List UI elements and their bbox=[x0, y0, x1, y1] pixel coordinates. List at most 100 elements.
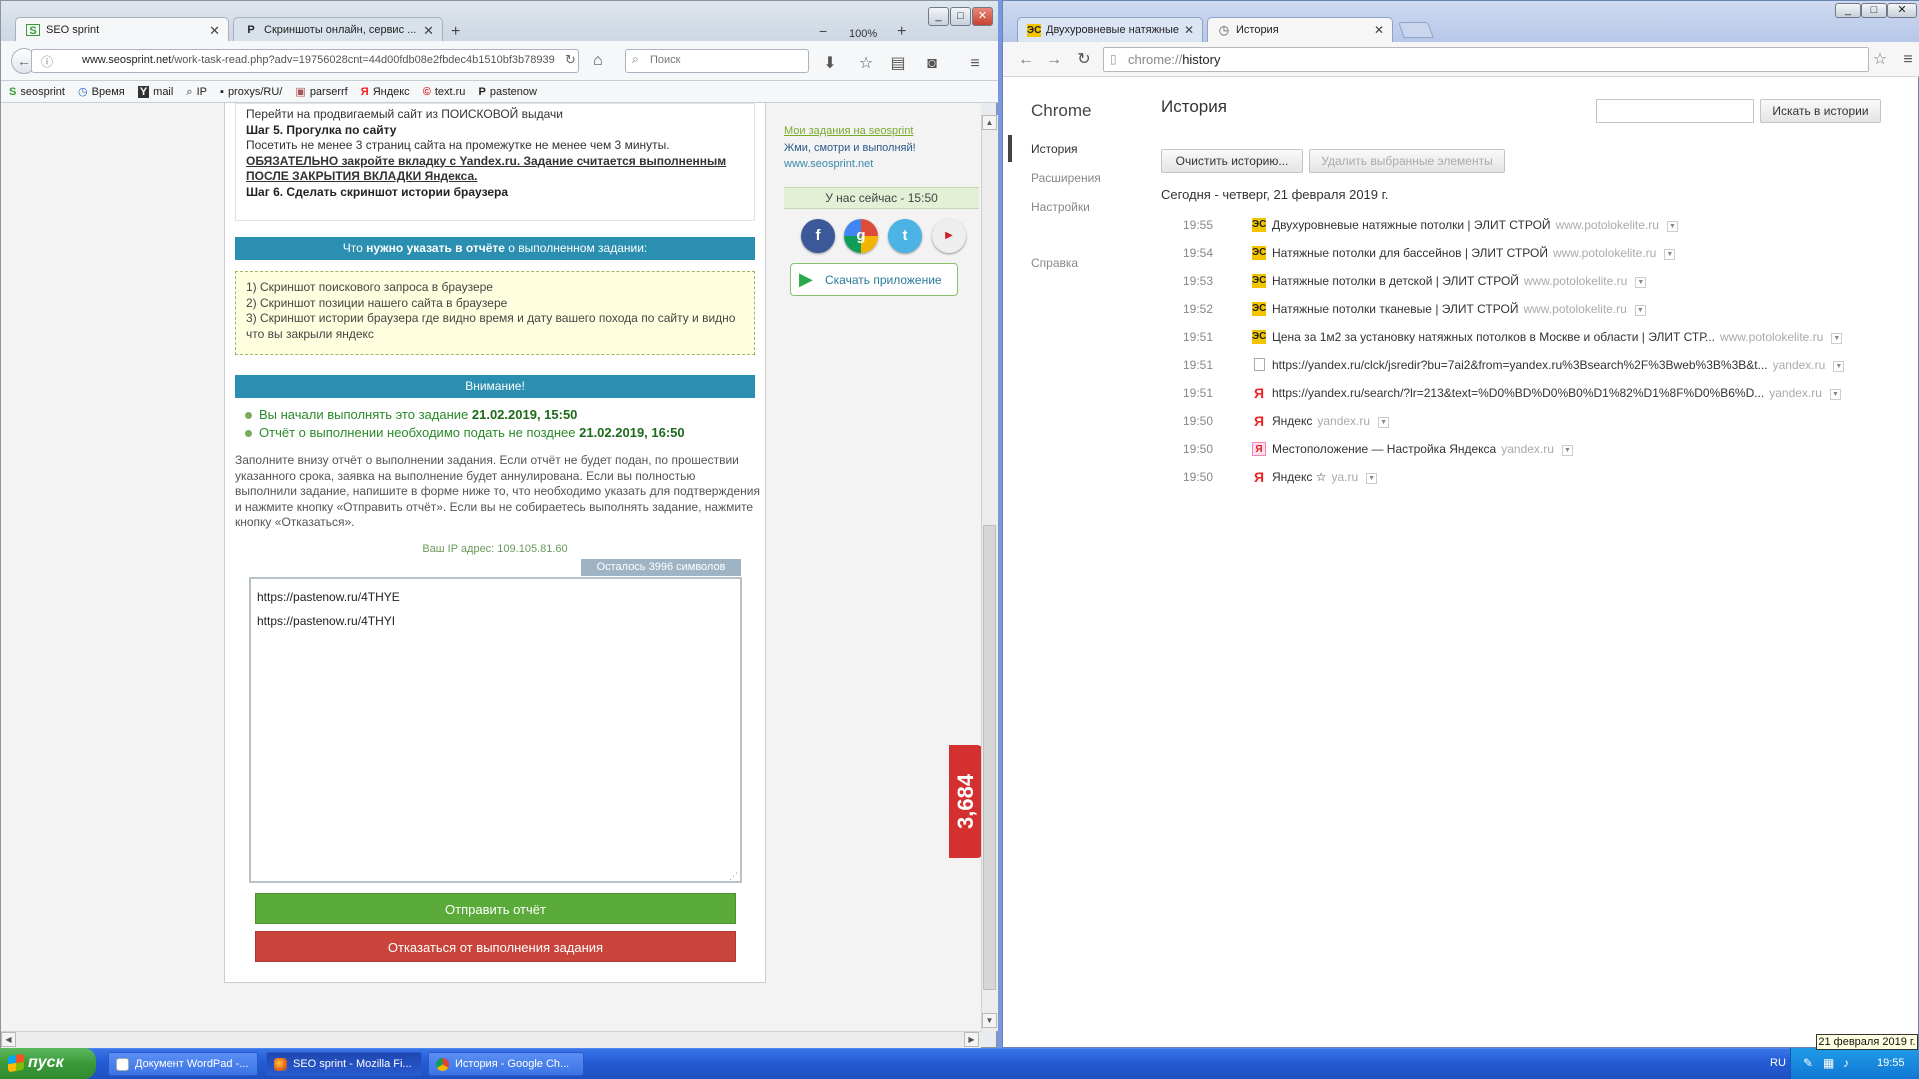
entry-menu-icon[interactable]: ▼ bbox=[1831, 333, 1843, 344]
entry-domain[interactable]: yandex.ru bbox=[1501, 442, 1554, 456]
close-icon[interactable]: ✕ bbox=[209, 23, 220, 39]
vertical-scrollbar[interactable]: ▲ ▼ bbox=[981, 115, 998, 1031]
delete-selected-button[interactable]: Удалить выбранные элементы bbox=[1309, 149, 1505, 173]
youtube-icon[interactable]: ▶ bbox=[932, 219, 966, 253]
volume-icon[interactable]: ♪ bbox=[1843, 1056, 1849, 1070]
history-entry[interactable]: 19:51 https://yandex.ru/clck/jsredir?bu=7… bbox=[1183, 351, 1903, 379]
maximize-button[interactable]: □ bbox=[950, 7, 971, 26]
entry-domain[interactable]: www.potolokelite.ru bbox=[1524, 274, 1627, 288]
liveinternet-counter[interactable]: 3,684 bbox=[949, 745, 983, 858]
minimize-button[interactable]: _ bbox=[928, 7, 949, 26]
new-tab-button[interactable] bbox=[1398, 22, 1434, 38]
resize-grip-icon[interactable]: ⋰ bbox=[729, 871, 738, 881]
tab-history[interactable]: ◷ История ✕ bbox=[1207, 17, 1393, 42]
menu-icon[interactable]: ≡ bbox=[964, 53, 986, 75]
tab-potolok[interactable]: ЭС Двухуровневые натяжные ✕ bbox=[1017, 17, 1203, 42]
entry-link[interactable]: Цена за 1м2 за установку натяжных потолк… bbox=[1272, 323, 1843, 351]
history-entry[interactable]: 19:54 ЭС Натяжные потолки для бассейнов | … bbox=[1183, 239, 1903, 267]
entry-link[interactable]: Натяжные потолки в детской | ЭЛИТ СТРОЙ w… bbox=[1272, 267, 1647, 295]
horizontal-scrollbar[interactable]: ◀ ▶ bbox=[1, 1031, 981, 1048]
reload-icon[interactable]: ↻ bbox=[565, 52, 576, 68]
entry-link[interactable]: Яндекс yandex.ru ▼ bbox=[1272, 407, 1390, 435]
bookmark-time[interactable]: ◷ Время bbox=[78, 85, 125, 98]
scroll-down-icon[interactable]: ▼ bbox=[982, 1013, 997, 1028]
close-window-button[interactable]: ✕ bbox=[972, 7, 993, 26]
site-link[interactable]: www.seosprint.net bbox=[784, 156, 873, 172]
clear-history-button[interactable]: Очистить историю... bbox=[1161, 149, 1303, 173]
entry-domain[interactable]: yandex.ru bbox=[1773, 358, 1826, 372]
entry-domain[interactable]: www.potolokelite.ru bbox=[1553, 246, 1656, 260]
language-indicator[interactable]: RU bbox=[1770, 1057, 1786, 1069]
entry-domain[interactable]: www.potolokelite.ru bbox=[1523, 302, 1626, 316]
entry-domain[interactable]: www.potolokelite.ru bbox=[1556, 218, 1659, 232]
google-plus-icon[interactable]: g bbox=[844, 219, 878, 253]
task-firefox[interactable]: SEO sprint - Mozilla Fi... bbox=[266, 1052, 422, 1076]
bookmark-star-icon[interactable]: ☆ bbox=[855, 53, 877, 75]
close-icon[interactable]: ✕ bbox=[423, 23, 434, 39]
bookmark-ip[interactable]: ⌕ IP bbox=[186, 86, 207, 99]
start-button[interactable]: пуск bbox=[0, 1048, 96, 1079]
bookmark-seosprint[interactable]: Sseosprint bbox=[9, 86, 65, 98]
close-window-button[interactable]: ✕ bbox=[1887, 3, 1917, 18]
submit-report-button[interactable]: Отправить отчёт bbox=[255, 893, 736, 924]
back-icon[interactable]: ← bbox=[1015, 49, 1037, 71]
task-chrome[interactable]: История - Google Ch... bbox=[428, 1052, 584, 1076]
nav-extensions[interactable]: Расширения bbox=[1031, 168, 1131, 197]
nav-help[interactable]: Справка bbox=[1031, 253, 1131, 282]
history-entry[interactable]: 19:55 ЭС Двухуровневые натяжные потолки | … bbox=[1183, 211, 1903, 239]
nav-history[interactable]: История bbox=[1031, 139, 1131, 168]
decline-task-button[interactable]: Отказаться от выполнения задания bbox=[255, 931, 736, 962]
entry-menu-icon[interactable]: ▼ bbox=[1366, 473, 1378, 484]
history-entry[interactable]: 19:52 ЭС Натяжные потолки тканевые | ЭЛИТ … bbox=[1183, 295, 1903, 323]
history-entry[interactable]: 19:51 ЭС Цена за 1м2 за установку натяжных… bbox=[1183, 323, 1903, 351]
home-icon[interactable]: ⌂ bbox=[593, 52, 603, 70]
network-icon[interactable]: ▦ bbox=[1823, 1056, 1834, 1070]
info-icon[interactable]: ⓘ bbox=[41, 53, 53, 70]
history-entry[interactable]: 19:51 Яhttps://yandex.ru/search/?lr=213&t… bbox=[1183, 379, 1903, 407]
twitter-icon[interactable]: t bbox=[888, 219, 922, 253]
new-tab-button[interactable]: + bbox=[451, 23, 460, 41]
history-search-input[interactable] bbox=[1596, 99, 1754, 123]
bookmark-proxys[interactable]: ▪ proxys/RU/ bbox=[220, 86, 282, 98]
entry-menu-icon[interactable]: ▼ bbox=[1378, 417, 1390, 428]
menu-icon[interactable]: ≡ bbox=[1897, 49, 1919, 71]
history-entry[interactable]: 19:50 Я Яндекс yandex.ru ▼ bbox=[1183, 407, 1903, 435]
entry-link[interactable]: https://yandex.ru/search/?lr=213&text=%D… bbox=[1272, 379, 1841, 407]
download-icon[interactable]: ⬇ bbox=[819, 53, 841, 75]
bookmark-yandex[interactable]: Я Яндекс bbox=[361, 86, 410, 98]
omnibox[interactable]: ▯ chrome://history bbox=[1103, 47, 1869, 72]
entry-domain[interactable]: www.potolokelite.ru bbox=[1720, 330, 1823, 344]
zoom-level[interactable]: 100% bbox=[849, 28, 877, 40]
close-icon[interactable]: ✕ bbox=[1374, 23, 1384, 37]
zoom-out-button[interactable]: − bbox=[819, 23, 827, 39]
history-entry[interactable]: 19:53 ЭС Натяжные потолки в детской | ЭЛИТ… bbox=[1183, 267, 1903, 295]
entry-domain[interactable]: yandex.ru bbox=[1769, 386, 1822, 400]
tab-seo-sprint[interactable]: S SEO sprint ✕ bbox=[15, 17, 229, 41]
reading-list-icon[interactable]: ▤ bbox=[887, 53, 909, 75]
entry-link[interactable]: Натяжные потолки тканевые | ЭЛИТ СТРОЙ ww… bbox=[1272, 295, 1646, 323]
url-bar[interactable]: www.seosprint.net/work-task-read.php?adv… bbox=[31, 49, 579, 73]
entry-domain[interactable]: ya.ru bbox=[1331, 470, 1358, 484]
scroll-left-icon[interactable]: ◀ bbox=[1, 1032, 16, 1047]
entry-link[interactable]: https://yandex.ru/clck/jsredir?bu=7ai2&f… bbox=[1272, 351, 1845, 379]
my-tasks-link[interactable]: Мои задания на seosprint bbox=[784, 123, 913, 139]
tab-screenshots[interactable]: P Скриншоты онлайн, сервис ... ✕ bbox=[233, 17, 443, 41]
zoom-in-button[interactable]: + bbox=[897, 23, 906, 41]
report-textarea[interactable]: https://pastenow.ru/4THYE https://pasten… bbox=[249, 577, 742, 883]
nav-settings[interactable]: Настройки bbox=[1031, 197, 1131, 226]
clock[interactable]: 19:55 bbox=[1877, 1057, 1905, 1069]
pen-icon[interactable]: ✎ bbox=[1803, 1056, 1813, 1070]
history-entry[interactable]: 19:50 Я Яндекс ☆ ya.ru ▼ bbox=[1183, 463, 1903, 491]
scroll-right-icon[interactable]: ▶ bbox=[964, 1032, 979, 1047]
entry-menu-icon[interactable]: ▼ bbox=[1634, 305, 1646, 316]
entry-menu-icon[interactable]: ▼ bbox=[1664, 249, 1676, 260]
download-app-button[interactable]: ▶ Скачать приложение bbox=[790, 263, 958, 296]
bookmark-star-icon[interactable]: ☆ bbox=[1869, 49, 1891, 71]
forward-icon[interactable]: → bbox=[1043, 49, 1065, 71]
maximize-button[interactable]: □ bbox=[1861, 3, 1887, 18]
scroll-up-icon[interactable]: ▲ bbox=[982, 115, 997, 130]
entry-domain[interactable]: yandex.ru bbox=[1317, 414, 1370, 428]
entry-menu-icon[interactable]: ▼ bbox=[1829, 389, 1841, 400]
entry-link[interactable]: Натяжные потолки для бассейнов | ЭЛИТ СТ… bbox=[1272, 239, 1676, 267]
reload-icon[interactable]: ↻ bbox=[1073, 49, 1095, 71]
